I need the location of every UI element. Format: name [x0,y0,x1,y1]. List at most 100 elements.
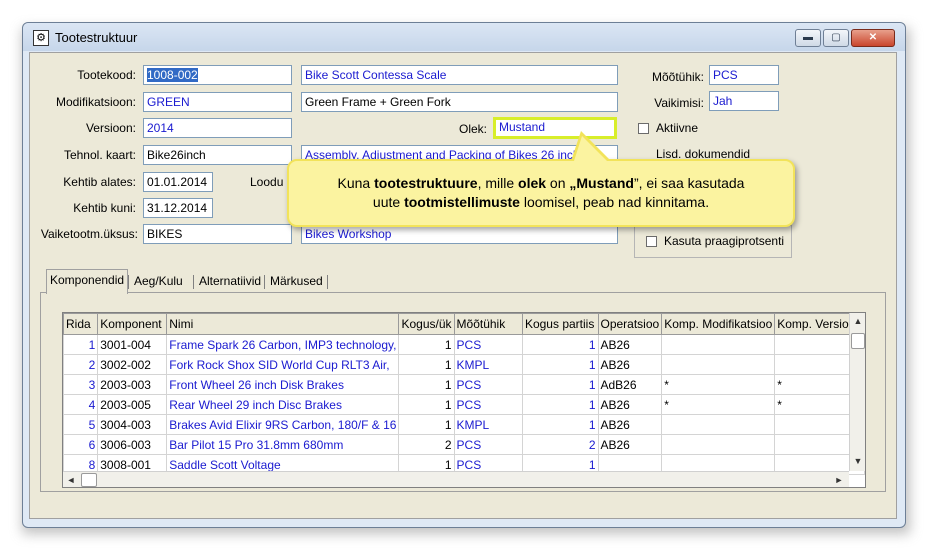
callout-text: on [546,175,570,191]
table-cell[interactable]: 1 [521,394,599,415]
table-cell[interactable]: AB26 [597,414,663,435]
scroll-up-icon[interactable]: ▲ [850,313,865,329]
maximize-button[interactable]: ▢ [823,29,849,47]
column-header[interactable]: Komponent [97,313,168,335]
vaiketootm-field[interactable]: BIKES [143,224,292,244]
table-row[interactable]: 2 3002-002 Fork Rock Shox SID World Cup RL… [63,354,865,375]
column-header[interactable]: Rida [63,313,99,335]
column-header[interactable]: Kogus/ük [398,313,455,335]
table-cell[interactable]: Frame Spark 26 Carbon, IMP3 technology, [166,334,400,355]
table-cell[interactable]: 2 [63,354,99,375]
table-cell[interactable] [661,354,776,375]
table-cell[interactable]: PCS [453,394,523,415]
table-cell[interactable]: Bar Pilot 15 Pro 31.8mm 680mm [166,434,400,455]
table-cell[interactable]: PCS [453,334,523,355]
vaikimisi-field[interactable]: Jah [709,91,779,111]
table-cell[interactable]: 1 [398,334,455,355]
table-cell[interactable]: * [661,394,776,415]
modifikatsioon-desc-field[interactable]: Green Frame + Green Fork [301,92,618,112]
table-cell[interactable]: 3001-004 [97,334,168,355]
table-cell[interactable]: 3006-003 [97,434,168,455]
minimize-button[interactable]: ▬ [795,29,821,47]
kehtib-alates-field[interactable]: 01.01.2014 [143,172,213,192]
column-header[interactable]: Operatsioo [597,313,663,335]
table-cell[interactable]: AB26 [597,394,663,415]
table-row[interactable]: 4 2003-005 Rear Wheel 29 inch Disc Brakes 1… [63,394,865,415]
table-cell[interactable]: KMPL [453,354,523,375]
table-cell[interactable]: 1 [398,354,455,375]
tehnol-kaart-field[interactable]: Bike26inch [143,145,292,165]
table-cell[interactable]: PCS [453,374,523,395]
kehtib-kuni-field[interactable]: 31.12.2014 [143,198,213,218]
table-cell[interactable]: * [661,374,776,395]
table-cell[interactable]: 1 [521,374,599,395]
tehnol-kaart-label: Tehnol. kaart: [63,148,136,162]
table-cell[interactable]: 1 [521,334,599,355]
table-cell[interactable]: Front Wheel 26 inch Disk Brakes [166,374,400,395]
column-header[interactable]: Nimi [166,313,400,335]
product-name-field[interactable]: Bike Scott Contessa Scale [301,65,618,85]
table-cell[interactable]: 3002-002 [97,354,168,375]
table-cell[interactable]: 1 [398,394,455,415]
table-cell[interactable]: 2 [398,434,455,455]
table-cell[interactable]: 1 [398,374,455,395]
scroll-down-icon[interactable]: ▼ [850,453,865,469]
table-row[interactable]: 6 3006-003 Bar Pilot 15 Pro 31.8mm 680mm 2 P… [63,434,865,455]
callout-text: ”, ei saa kasutada [633,175,745,191]
scroll-left-icon[interactable]: ◄ [63,472,79,487]
callout-text: loomisel, peab nad kinnitama. [519,194,710,210]
table-cell[interactable] [661,414,776,435]
vertical-scrollbar[interactable]: ▲ ▼ [849,313,865,471]
tab-alternatiivid[interactable]: Alternatiivid [196,271,264,293]
table-cell[interactable]: AB26 [597,334,663,355]
table-cell[interactable]: 2003-003 [97,374,168,395]
table-row[interactable]: 5 3004-003 Brakes Avid Elixir 9RS Carbon, … [63,414,865,435]
table-cell[interactable]: 4 [63,394,99,415]
table-cell[interactable]: Brakes Avid Elixir 9RS Carbon, 180/F & 1… [166,414,400,435]
table-row[interactable]: 3 2003-003 Front Wheel 26 inch Disk Brakes… [63,374,865,395]
table-cell[interactable]: 2003-005 [97,394,168,415]
modifikatsioon-field[interactable]: GREEN [143,92,292,112]
close-button[interactable]: ✕ [851,29,895,47]
table-cell[interactable]: 6 [63,434,99,455]
column-header[interactable]: Mõõtühik [453,313,523,335]
kasuta-praagiprotsenti-checkbox[interactable] [646,236,657,247]
tootekood-field[interactable]: 1008-002 [143,65,292,85]
column-header[interactable]: Kogus partiis [521,313,599,335]
aktiivne-checkbox[interactable] [638,123,649,134]
tab-komponendid[interactable]: Komponendid [46,269,129,294]
horizontal-scrollbar[interactable]: ◄ ► [63,471,849,487]
table-cell[interactable] [661,434,776,455]
mootuhik-field[interactable]: PCS [709,65,779,85]
table-cell[interactable]: 1 [63,334,99,355]
table-cell[interactable]: AB26 [597,434,663,455]
table-cell[interactable]: Rear Wheel 29 inch Disc Brakes [166,394,400,415]
table-cell[interactable]: 1 [521,414,599,435]
versioon-field[interactable]: 2014 [143,118,292,138]
table-cell[interactable]: PCS [453,434,523,455]
column-header[interactable]: Komp. Modifikatsioo [661,313,776,335]
table-cell[interactable]: AB26 [597,354,663,375]
table-cell[interactable]: 3004-003 [97,414,168,435]
table-cell[interactable]: 2 [521,434,599,455]
table-cell[interactable]: Fork Rock Shox SID World Cup RLT3 Air, [166,354,400,375]
table-row[interactable]: 1 3001-004 Frame Spark 26 Carbon, IMP3 tec… [63,334,865,355]
components-grid[interactable]: Rida Komponent Nimi Kogus/ük Mõõtühik Kogus p… [62,312,866,488]
window-title: Tootestruktuur [55,30,138,45]
hscroll-thumb[interactable] [81,473,97,487]
scroll-thumb[interactable] [851,333,865,349]
table-cell[interactable]: 1 [398,414,455,435]
table-cell[interactable]: KMPL [453,414,523,435]
table-cell[interactable]: AdB26 [597,374,663,395]
tab-markused[interactable]: Märkused [267,271,326,293]
table-cell[interactable]: 5 [63,414,99,435]
vaiketootm-desc-field[interactable]: Bikes Workshop [301,224,618,244]
tab-aeg-kulu[interactable]: Aeg/Kulu [131,271,186,293]
mootuhik-label: Mõõtühik: [651,70,704,84]
title-bar[interactable]: ⚙ Tootestruktuur ▬ ▢ ✕ [23,23,905,51]
callout-text: uute [372,194,405,210]
table-cell[interactable]: 1 [521,354,599,375]
scroll-right-icon[interactable]: ► [831,472,847,487]
table-cell[interactable] [661,334,776,355]
table-cell[interactable]: 3 [63,374,99,395]
